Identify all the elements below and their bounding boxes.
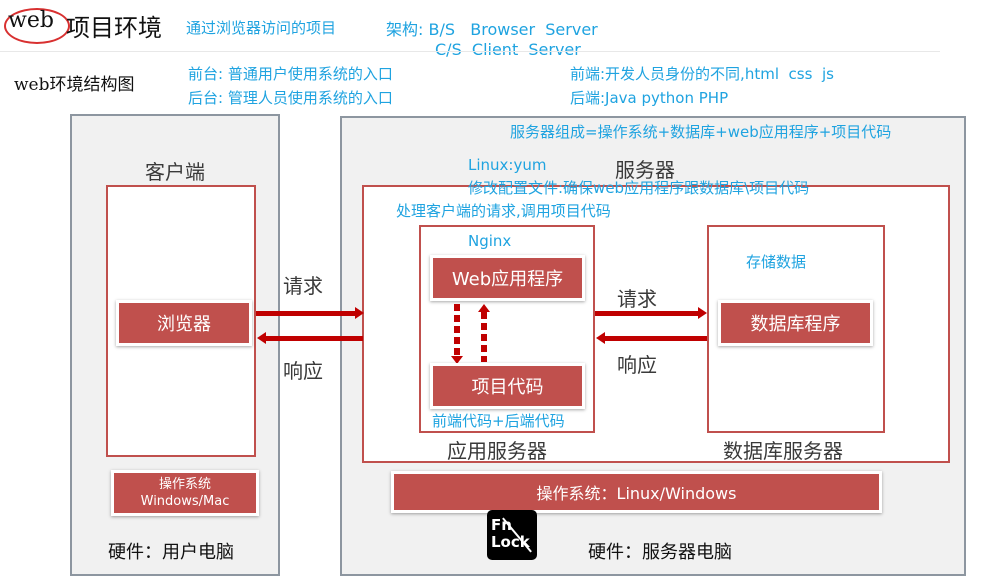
web-app-box: Web应用程序 (430, 255, 585, 301)
note-frontend-dev: 前端:开发人员身份的不同,html css js (570, 65, 834, 83)
client-hardware: 硬件：用户电脑 (108, 542, 234, 563)
call-dashed-arrow (454, 304, 460, 358)
server-os-box: 操作系统：Linux/Windows (391, 471, 882, 513)
note-config: 修改配置文件:确保web应用程序跟数据库\项目代码 (468, 179, 810, 197)
client-title: 客户端 (145, 160, 205, 184)
arrow-up-icon (478, 304, 490, 312)
note-backend-desk: 后台: 管理人员使用系统的入口 (188, 89, 393, 107)
response-label-1: 响应 (283, 359, 323, 383)
note-nginx: Nginx (468, 232, 512, 250)
note-handle-request: 处理客户端的请求,调用项目代码 (396, 202, 611, 220)
browser-box: 浏览器 (116, 300, 252, 346)
server-hardware: 硬件：服务器电脑 (588, 542, 732, 563)
request-label-2: 请求 (617, 287, 657, 311)
request-arrow-1 (256, 307, 364, 319)
architecture-label: 架构: B/S Browser Server (386, 20, 598, 39)
architecture-cs: C/S Client Server (435, 40, 581, 59)
note-backend-dev: 后端:Java python PHP (570, 89, 729, 107)
client-os-label: 操作系统 (158, 477, 211, 492)
note-store-data: 存储数据 (746, 253, 807, 271)
subtitle: 通过浏览器访问的项目 (186, 19, 337, 37)
header-divider (0, 51, 940, 52)
title-web: web (8, 8, 54, 33)
client-os-box: 操作系统 Windows/Mac (111, 470, 259, 516)
note-linux-yum: Linux:yum (468, 156, 547, 174)
db-server-label: 数据库服务器 (723, 439, 843, 463)
client-os-name: Windows/Mac (140, 494, 230, 509)
fn-lock-icon: Fn Lock (487, 510, 537, 560)
response-arrow-1 (257, 332, 363, 344)
app-server-label: 应用服务器 (447, 439, 547, 463)
page-title: 项目环境 (66, 14, 162, 42)
note-server-composition: 服务器组成=操作系统+数据库+web应用程序+项目代码 (510, 123, 892, 141)
note-frontend-desk: 前台: 普通用户使用系统的入口 (188, 65, 393, 83)
note-code: 前端代码+后端代码 (432, 412, 565, 430)
request-label-1: 请求 (283, 274, 323, 298)
return-dashed-arrow (481, 312, 487, 362)
structure-title: web环境结构图 (14, 75, 135, 95)
db-program-box: 数据库程序 (718, 300, 873, 346)
response-label-2: 响应 (617, 353, 657, 377)
project-code-box: 项目代码 (430, 363, 585, 409)
response-arrow-2 (596, 332, 707, 344)
